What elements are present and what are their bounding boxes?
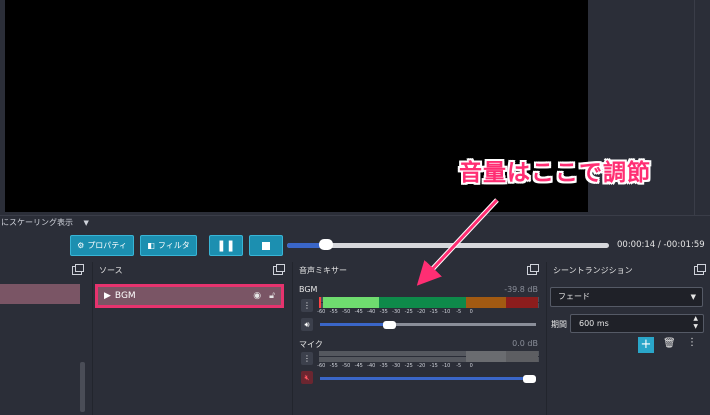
- channel-db-mic: 0.0 dB: [512, 339, 538, 348]
- meter-tick-label: -40: [367, 309, 376, 315]
- meter-tick-label: -60: [317, 309, 326, 315]
- meter-ticks-bgm: -60 -55 -50 -45 -40 -35 -30 -25 -20 -15 -10 -5 0: [315, 309, 478, 315]
- channel-name-bgm: BGM: [299, 285, 318, 294]
- filters-label: フィルタ: [157, 241, 190, 250]
- meter-tick-label: -15: [429, 363, 438, 369]
- undock-icon[interactable]: [72, 264, 84, 275]
- source-item-bgm[interactable]: ▶ BGM ◉ 🔓︎: [95, 284, 284, 308]
- meter-tick-label: -10: [442, 309, 451, 315]
- speaker-muted-icon: 🔇︎: [304, 372, 310, 382]
- meter-tick-label: 0: [469, 363, 473, 369]
- play-icon: ▶: [104, 291, 111, 301]
- speaker-icon: 🔊︎: [304, 319, 310, 329]
- undock-icon[interactable]: [527, 264, 539, 275]
- meter-tick-label: -10: [442, 363, 451, 369]
- sources-dock: ソース ▶ BGM ◉ 🔓︎: [92, 262, 289, 415]
- obs-window: にスケーリング表示 ▼ ⚙ プロパティ ◧ フィルタ ❚❚ 00:00:14 /…: [0, 0, 710, 415]
- scaling-label: にスケーリング表示: [1, 218, 73, 227]
- channel-menu-bgm[interactable]: ⋮: [301, 299, 313, 312]
- gear-icon: ⚙: [77, 241, 85, 250]
- meter-tick-label: -15: [429, 309, 438, 315]
- filters-button[interactable]: ◧ フィルタ: [140, 235, 197, 256]
- meter-tick-label: -50: [342, 363, 351, 369]
- duration-value: 600 ms: [579, 319, 609, 328]
- transitions-header: シーントランジション: [547, 262, 710, 280]
- sources-dock-header: ソース: [93, 262, 289, 280]
- unlock-icon[interactable]: 🔓︎: [269, 291, 275, 301]
- more-vertical-icon: ⋮: [687, 337, 697, 348]
- audio-mixer-dock: 音声ミキサー BGM -39.8 dB ⋮ -60 -55 -50 -45 -40 -35…: [292, 262, 543, 415]
- audio-mixer-header: 音声ミキサー: [293, 262, 543, 280]
- meter-tick-label: -40: [367, 363, 376, 369]
- scenes-dock-header: [0, 262, 88, 280]
- meter-tick-label: -35: [379, 309, 388, 315]
- meter-tick-label: -30: [392, 309, 401, 315]
- trash-icon: 🗑︎: [663, 338, 676, 349]
- add-transition-button[interactable]: +: [638, 337, 654, 353]
- plus-icon: +: [640, 337, 652, 352]
- scrollbar[interactable]: [80, 362, 85, 412]
- meter-tick-label: -45: [354, 363, 363, 369]
- scene-transitions-dock: シーントランジション フェード ▼ 期間 600 ms ▲ ▼ + 🗑︎ ⋮: [546, 262, 710, 415]
- meter-tick-label: 0: [469, 309, 473, 315]
- scenes-dock: [0, 262, 88, 415]
- meter-tick-label: -30: [392, 363, 401, 369]
- eye-icon[interactable]: ◉: [253, 291, 261, 301]
- meter-tick-label: -50: [342, 309, 351, 315]
- meter-tick-label: -60: [317, 363, 326, 369]
- chevron-up-icon[interactable]: ▲: [693, 315, 698, 323]
- transitions-title: シーントランジション: [553, 266, 633, 275]
- timecode: 00:00:14 / -00:01:59: [617, 240, 705, 250]
- volume-slider-bgm[interactable]: [320, 323, 536, 326]
- meter-tick-label: -5: [456, 363, 462, 369]
- more-vertical-icon: ⋮: [303, 301, 311, 310]
- pause-button[interactable]: ❚❚: [209, 235, 243, 256]
- channel-name-mic: マイク: [299, 340, 323, 349]
- undock-icon[interactable]: [694, 264, 706, 275]
- meter-tick-label: -25: [404, 309, 413, 315]
- chevron-down-icon: ▼: [690, 293, 696, 301]
- meter-tick-label: -35: [379, 363, 388, 369]
- meter-ticks-mic: -60 -55 -50 -45 -40 -35 -30 -25 -20 -15 -10 -5 0: [315, 363, 478, 369]
- meter-tick-label: -5: [456, 309, 462, 315]
- chevron-down-icon[interactable]: ▼: [693, 323, 698, 331]
- duration-spinbox[interactable]: 600 ms ▲ ▼: [570, 314, 704, 333]
- undock-icon[interactable]: [273, 264, 285, 275]
- transition-menu-button[interactable]: ⋮: [687, 337, 697, 348]
- preview-side-panel: [694, 0, 710, 215]
- source-item-label: BGM: [114, 291, 136, 301]
- pause-icon: ❚❚: [216, 239, 236, 252]
- scaling-bar: にスケーリング表示 ▼: [0, 215, 710, 229]
- stop-icon: [262, 241, 270, 250]
- seek-handle[interactable]: [318, 239, 333, 250]
- meter-tick-label: -55: [329, 309, 338, 315]
- audio-mixer-title: 音声ミキサー: [299, 266, 347, 275]
- more-vertical-icon: ⋮: [303, 354, 311, 363]
- duration-label: 期間: [551, 320, 567, 329]
- properties-label: プロパティ: [87, 241, 127, 250]
- meter-tick-label: -25: [404, 363, 413, 369]
- seek-bar[interactable]: [287, 243, 609, 248]
- stop-button[interactable]: [249, 235, 283, 256]
- media-controls: ⚙ プロパティ ◧ フィルタ ❚❚ 00:00:14 / -00:01:59: [0, 229, 710, 262]
- transition-selected-value: フェード: [558, 292, 590, 301]
- meter-tick-label: -45: [354, 309, 363, 315]
- channel-menu-mic[interactable]: ⋮: [301, 352, 313, 365]
- volume-handle-bgm[interactable]: [383, 321, 397, 329]
- meter-tick-label: -20: [417, 309, 426, 315]
- meter-tick-label: -20: [417, 363, 426, 369]
- channel-db-bgm: -39.8 dB: [504, 285, 538, 294]
- mute-button-bgm[interactable]: 🔊︎: [301, 318, 313, 331]
- mute-button-mic[interactable]: 🔇︎: [301, 371, 313, 384]
- meter-tick-label: -55: [329, 363, 338, 369]
- filter-icon: ◧: [147, 241, 155, 250]
- transition-select[interactable]: フェード ▼: [550, 287, 703, 307]
- volume-handle-mic[interactable]: [523, 375, 536, 383]
- volume-slider-mic[interactable]: [320, 377, 536, 380]
- properties-button[interactable]: ⚙ プロパティ: [70, 235, 134, 256]
- scene-item-selected[interactable]: [0, 284, 80, 304]
- sources-title: ソース: [99, 266, 123, 275]
- delete-transition-button[interactable]: 🗑︎: [663, 338, 676, 349]
- annotation-label: 音量はここで調節: [459, 160, 651, 186]
